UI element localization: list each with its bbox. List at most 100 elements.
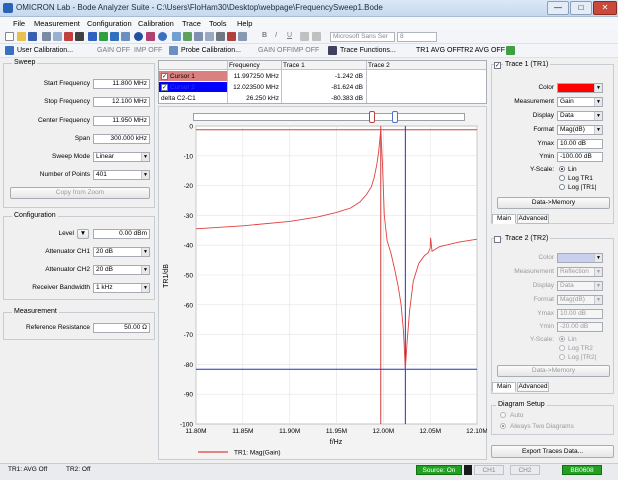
- globe-icon[interactable]: [146, 32, 155, 41]
- zoom-in-icon[interactable]: [172, 32, 181, 41]
- trace2-tab-advanced[interactable]: Advanced: [517, 382, 549, 392]
- autoscale-icon[interactable]: [216, 32, 225, 41]
- trace2-color-select[interactable]: ▼: [557, 253, 603, 263]
- new-file-icon[interactable]: [5, 32, 14, 41]
- trace1-format-select[interactable]: Mag(dB) ▼: [557, 125, 603, 135]
- stop-icon[interactable]: [134, 32, 143, 41]
- diagram-two-radio[interactable]: [500, 423, 506, 429]
- y-tick-labels: 0-10-20-30-40-50-60-70-80-90-100: [180, 124, 193, 429]
- menu-file[interactable]: File: [13, 19, 25, 28]
- trace1-ymin-input[interactable]: -100.00 dB: [557, 152, 603, 162]
- trace-functions-icon[interactable]: [328, 46, 337, 55]
- step-icon[interactable]: [110, 32, 119, 41]
- trace1-color-select[interactable]: ▼: [557, 83, 603, 93]
- text-color-icon[interactable]: [312, 32, 321, 41]
- table-icon[interactable]: [238, 32, 247, 41]
- chart-svg[interactable]: 0-10-20-30-40-50-60-70-80-90-100 11.80M 1…: [158, 106, 487, 460]
- tr2-avg-status[interactable]: TR2 AVG OFF: [460, 47, 505, 54]
- trace1-scale-lin-label: Lin: [568, 166, 577, 173]
- trace2-scale-logabs-radio[interactable]: [559, 354, 565, 360]
- export-traces-button[interactable]: Export Traces Data...: [491, 445, 614, 458]
- trace1-scale-log-radio[interactable]: [559, 175, 565, 181]
- single-sweep-icon[interactable]: [88, 32, 97, 41]
- center-frequency-input[interactable]: 11.950 MHz: [93, 116, 150, 126]
- menu-trace[interactable]: Trace: [182, 19, 201, 28]
- sweep-mode-select[interactable]: Linear ▼: [93, 152, 150, 162]
- align-left-icon[interactable]: [300, 32, 309, 41]
- trace2-format-select[interactable]: Mag(dB) ▼: [557, 295, 603, 305]
- menu-help[interactable]: Help: [237, 19, 252, 28]
- trace2-tab-main[interactable]: Main: [492, 382, 516, 392]
- tr1-avg-status[interactable]: TR1 AVG OFF: [416, 47, 461, 54]
- reference-resistance-input[interactable]: 50.00 Ω: [93, 323, 150, 333]
- grid-icon[interactable]: [194, 32, 203, 41]
- maximize-button[interactable]: □: [570, 1, 592, 15]
- continuous-icon[interactable]: [121, 32, 130, 41]
- diagram-auto-radio[interactable]: [500, 412, 506, 418]
- sweep-title: Sweep: [12, 59, 38, 66]
- save-icon[interactable]: [28, 32, 37, 41]
- copy-from-zoom-button[interactable]: Copy from Zoom: [10, 187, 150, 199]
- trace1-data-memory-button[interactable]: Data->Memory: [497, 197, 610, 209]
- stop-frequency-input[interactable]: 12.100 MHz: [93, 97, 150, 107]
- marker-icon[interactable]: [227, 32, 236, 41]
- reference-resistance-label: Reference Resistance: [26, 324, 90, 331]
- font-name-select[interactable]: Microsoft Sans Ser: [330, 32, 395, 42]
- cursor2-checkbox[interactable]: ✓: [161, 84, 168, 91]
- trace1-tab-main[interactable]: Main: [492, 214, 516, 224]
- menu-tools[interactable]: Tools: [209, 19, 227, 28]
- menu-measurement[interactable]: Measurement: [34, 19, 80, 28]
- cursor1-checkbox[interactable]: ✓: [161, 73, 168, 80]
- tool-icon[interactable]: [75, 32, 84, 41]
- receiver-bandwidth-select[interactable]: 1 kHz ▼: [93, 283, 150, 293]
- zoom-out-icon[interactable]: [183, 32, 192, 41]
- font-size-select[interactable]: 8: [397, 32, 437, 42]
- trace1-ymax-input[interactable]: 10.00 dB: [557, 139, 603, 149]
- trace2-scale-lin-radio[interactable]: [559, 336, 565, 342]
- trace2-scale-log-radio[interactable]: [559, 345, 565, 351]
- number-of-points-select[interactable]: 401 ▼: [93, 170, 150, 180]
- run-icon[interactable]: [99, 32, 108, 41]
- level-dropdown-button[interactable]: ▼: [77, 229, 89, 239]
- refresh-icon[interactable]: [506, 46, 515, 55]
- user-calibration-icon[interactable]: [5, 46, 14, 55]
- italic-button[interactable]: I: [275, 32, 277, 39]
- y-tick-label: -20: [184, 183, 194, 190]
- trace2-display-select[interactable]: Data ▼: [557, 281, 603, 291]
- menu-calibration[interactable]: Calibration: [138, 19, 174, 28]
- trace1-display-select[interactable]: Data ▼: [557, 111, 603, 121]
- open-folder-icon[interactable]: [17, 32, 26, 41]
- bold-button[interactable]: B: [262, 32, 267, 39]
- trace-functions-button[interactable]: Trace Functions...: [340, 47, 396, 54]
- help-icon[interactable]: [158, 32, 167, 41]
- status-tr2: TR2: Off: [66, 466, 91, 473]
- trace2-data-memory-button[interactable]: Data->Memory: [497, 365, 610, 377]
- cursor-icon[interactable]: [205, 32, 214, 41]
- minimize-button[interactable]: —: [547, 1, 569, 15]
- trace2-format-value: Mag(dB): [560, 296, 585, 303]
- trace2-ymax-input[interactable]: 10.00 dB: [557, 309, 603, 319]
- trace2-ymin-input[interactable]: -20.00 dB: [557, 322, 603, 332]
- probe-calibration-button[interactable]: Probe Calibration...: [181, 47, 241, 54]
- trace1-measurement-select[interactable]: Gain ▼: [557, 97, 603, 107]
- trace1-scale-logabs-radio[interactable]: [559, 184, 565, 190]
- level-input[interactable]: 0.00 dBm: [93, 229, 150, 239]
- start-frequency-input[interactable]: 11.800 MHz: [93, 79, 150, 89]
- trace1-scale-lin-radio[interactable]: [559, 166, 565, 172]
- trace1-tab-advanced[interactable]: Advanced: [517, 214, 549, 224]
- close-button[interactable]: ✕: [593, 1, 617, 15]
- attenuator-ch2-select[interactable]: 20 dB ▼: [93, 265, 150, 275]
- trace2-checkbox[interactable]: [494, 236, 501, 243]
- cursor2-frequency: 12.023500 MHz: [233, 84, 279, 91]
- print-preview-icon[interactable]: [53, 32, 62, 41]
- user-calibration-button[interactable]: User Calibration...: [17, 47, 73, 54]
- attenuator-ch1-select[interactable]: 20 dB ▼: [93, 247, 150, 257]
- settings-icon[interactable]: [64, 32, 73, 41]
- trace2-measurement-select[interactable]: Reflection ▼: [557, 267, 603, 277]
- underline-button[interactable]: U: [287, 32, 292, 39]
- print-icon[interactable]: [42, 32, 51, 41]
- span-input[interactable]: 300.000 kHz: [93, 134, 150, 144]
- probe-calibration-icon[interactable]: [169, 46, 178, 55]
- menu-configuration[interactable]: Configuration: [87, 19, 132, 28]
- trace1-checkbox[interactable]: ✓: [494, 62, 501, 69]
